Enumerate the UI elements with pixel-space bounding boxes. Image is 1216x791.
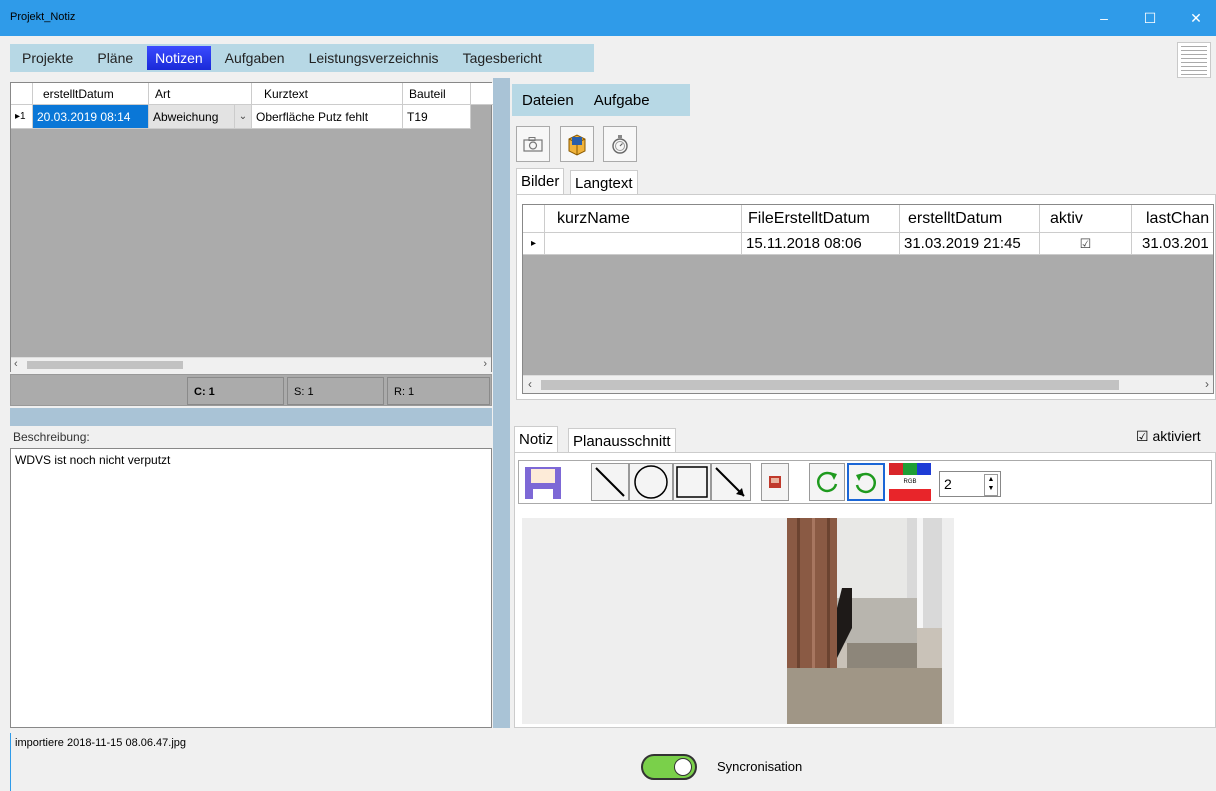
- scroll-thumb[interactable]: [27, 361, 183, 369]
- files-grid-hscrollbar[interactable]: ‹ ›: [523, 375, 1213, 393]
- art-dropdown-chevron-icon[interactable]: ⌄: [235, 105, 252, 129]
- cell-aktiv-checkbox[interactable]: ☑: [1040, 233, 1132, 255]
- status-message: importiere 2018-11-15 08.06.47.jpg: [15, 737, 187, 749]
- column-header-aktiv[interactable]: aktiv: [1040, 205, 1132, 233]
- column-header-lastchanged[interactable]: lastChan: [1132, 205, 1213, 233]
- tab-dateien[interactable]: Dateien: [512, 92, 584, 109]
- sync-toggle[interactable]: [641, 754, 697, 780]
- column-header-erstelltdatum[interactable]: erstelltDatum: [900, 205, 1040, 233]
- notes-grid: erstelltDatum Art Kurztext Bauteil ▸1 20…: [10, 82, 493, 373]
- camera-icon[interactable]: [516, 126, 550, 162]
- stepper-arrows-icon[interactable]: ▲ ▼: [984, 474, 998, 496]
- record-counts-bar: C: 1 S: 1 R: 1: [10, 374, 492, 406]
- scroll-left-icon[interactable]: ‹: [528, 377, 532, 391]
- window-title: Projekt_Notiz: [10, 11, 76, 23]
- scroll-right-icon[interactable]: ›: [1205, 377, 1209, 391]
- tab-langtext[interactable]: Langtext: [570, 170, 638, 197]
- row-header-corner: [11, 83, 33, 105]
- column-header-fileerstelltdatum[interactable]: FileErstelltDatum: [742, 205, 900, 233]
- menu-leistungsverzeichnis[interactable]: Leistungsverzeichnis: [297, 44, 451, 72]
- scroll-right-icon[interactable]: ›: [483, 358, 487, 370]
- cell-kurzname[interactable]: 2018-11-15 08.06.47.jpg: [545, 233, 742, 255]
- aktiviert-label: aktiviert: [1152, 428, 1201, 444]
- notes-grid-hscrollbar[interactable]: ‹ ›: [11, 357, 491, 373]
- row-indicator[interactable]: ▸1: [11, 105, 33, 129]
- cell-erstelltdatum[interactable]: 20.03.2019 08:14: [33, 105, 149, 129]
- stamp-tool-icon[interactable]: [761, 463, 789, 501]
- cell-bauteil[interactable]: T19: [403, 105, 471, 129]
- hamburger-menu-icon[interactable]: [1177, 42, 1211, 78]
- scroll-left-icon[interactable]: ‹: [14, 358, 18, 370]
- title-bar: Projekt_Notiz – ☐ ✕: [0, 0, 1216, 36]
- menu-projekte[interactable]: Projekte: [10, 44, 85, 72]
- cell-kurztext[interactable]: Oberfläche Putz fehlt: [252, 105, 403, 129]
- column-header-kurztext[interactable]: Kurztext: [252, 83, 403, 105]
- cell-lastchanged[interactable]: 31.03.201: [1132, 233, 1213, 255]
- count-r: R: 1: [387, 377, 490, 405]
- main-menu: Projekte Pläne Notizen Aufgaben Leistung…: [10, 44, 594, 72]
- drawing-toolbar: RGB 2 ▲ ▼: [518, 460, 1212, 504]
- stroke-width-value[interactable]: 2: [944, 476, 952, 492]
- save-icon[interactable]: [521, 463, 567, 501]
- cell-erstelltdatum[interactable]: 31.03.2019 21:45: [900, 233, 1040, 255]
- circle-tool-icon[interactable]: [629, 463, 673, 501]
- description-label: Beschreibung:: [10, 430, 492, 448]
- menu-plaene[interactable]: Pläne: [85, 44, 145, 72]
- menu-tagesbericht[interactable]: Tagesbericht: [451, 44, 554, 72]
- site-photo[interactable]: [787, 518, 942, 724]
- arrow-tool-icon[interactable]: [711, 463, 751, 501]
- files-grid: kurzName FileErstelltDatum erstelltDatum…: [522, 204, 1214, 394]
- count-s: S: 1: [287, 377, 384, 405]
- rotate-right-icon[interactable]: [847, 463, 885, 501]
- aktiviert-check-icon[interactable]: ☑: [1136, 428, 1149, 444]
- vertical-splitter[interactable]: [493, 78, 510, 728]
- color-picker-rgb-icon[interactable]: RGB: [889, 463, 931, 501]
- row-indicator[interactable]: ▸: [523, 233, 545, 255]
- cell-art[interactable]: Abweichung: [149, 105, 235, 129]
- sync-label: Syncronisation: [717, 759, 803, 774]
- stroke-width-stepper[interactable]: 2 ▲ ▼: [939, 471, 1001, 497]
- column-header-art[interactable]: Art: [149, 83, 252, 105]
- line-tool-icon[interactable]: [591, 463, 629, 501]
- close-button[interactable]: ✕: [1173, 0, 1216, 36]
- rgb-label: RGB: [889, 475, 931, 489]
- column-header-kurzname[interactable]: kurzName: [545, 205, 742, 233]
- rectangle-tool-icon[interactable]: [673, 463, 711, 501]
- toggle-knob[interactable]: [674, 758, 692, 776]
- cell-fileerstelltdatum[interactable]: 15.11.2018 08:06: [742, 233, 900, 255]
- image-preview[interactable]: [522, 518, 954, 724]
- tab-bilder[interactable]: Bilder: [516, 168, 565, 195]
- menu-aufgaben[interactable]: Aufgaben: [213, 44, 297, 72]
- tab-planausschnitt[interactable]: Planausschnitt: [568, 428, 676, 455]
- scroll-thumb[interactable]: [541, 380, 1119, 390]
- menu-notizen[interactable]: Notizen: [147, 46, 211, 70]
- rotate-left-icon[interactable]: [809, 463, 845, 501]
- description-textarea[interactable]: WDVS ist noch nicht verputzt: [10, 448, 492, 728]
- count-c: C: 1: [187, 377, 284, 405]
- aktiviert-checkbox[interactable]: ☑ aktiviert: [1136, 428, 1201, 445]
- column-header-bauteil[interactable]: Bauteil: [403, 83, 471, 105]
- minimize-button[interactable]: –: [1081, 0, 1127, 36]
- tab-notiz[interactable]: Notiz: [514, 426, 559, 453]
- status-bar: importiere 2018-11-15 08.06.47.jpg: [10, 733, 1216, 791]
- stopwatch-icon[interactable]: [603, 126, 637, 162]
- left-splitter[interactable]: [10, 408, 492, 426]
- right-top-tabs: Dateien Aufgabe: [512, 84, 690, 116]
- import-box-icon[interactable]: [560, 126, 594, 162]
- maximize-button[interactable]: ☐: [1127, 0, 1173, 36]
- column-header-erstelltdatum[interactable]: erstelltDatum: [33, 83, 149, 105]
- tab-aufgabe[interactable]: Aufgabe: [584, 92, 660, 109]
